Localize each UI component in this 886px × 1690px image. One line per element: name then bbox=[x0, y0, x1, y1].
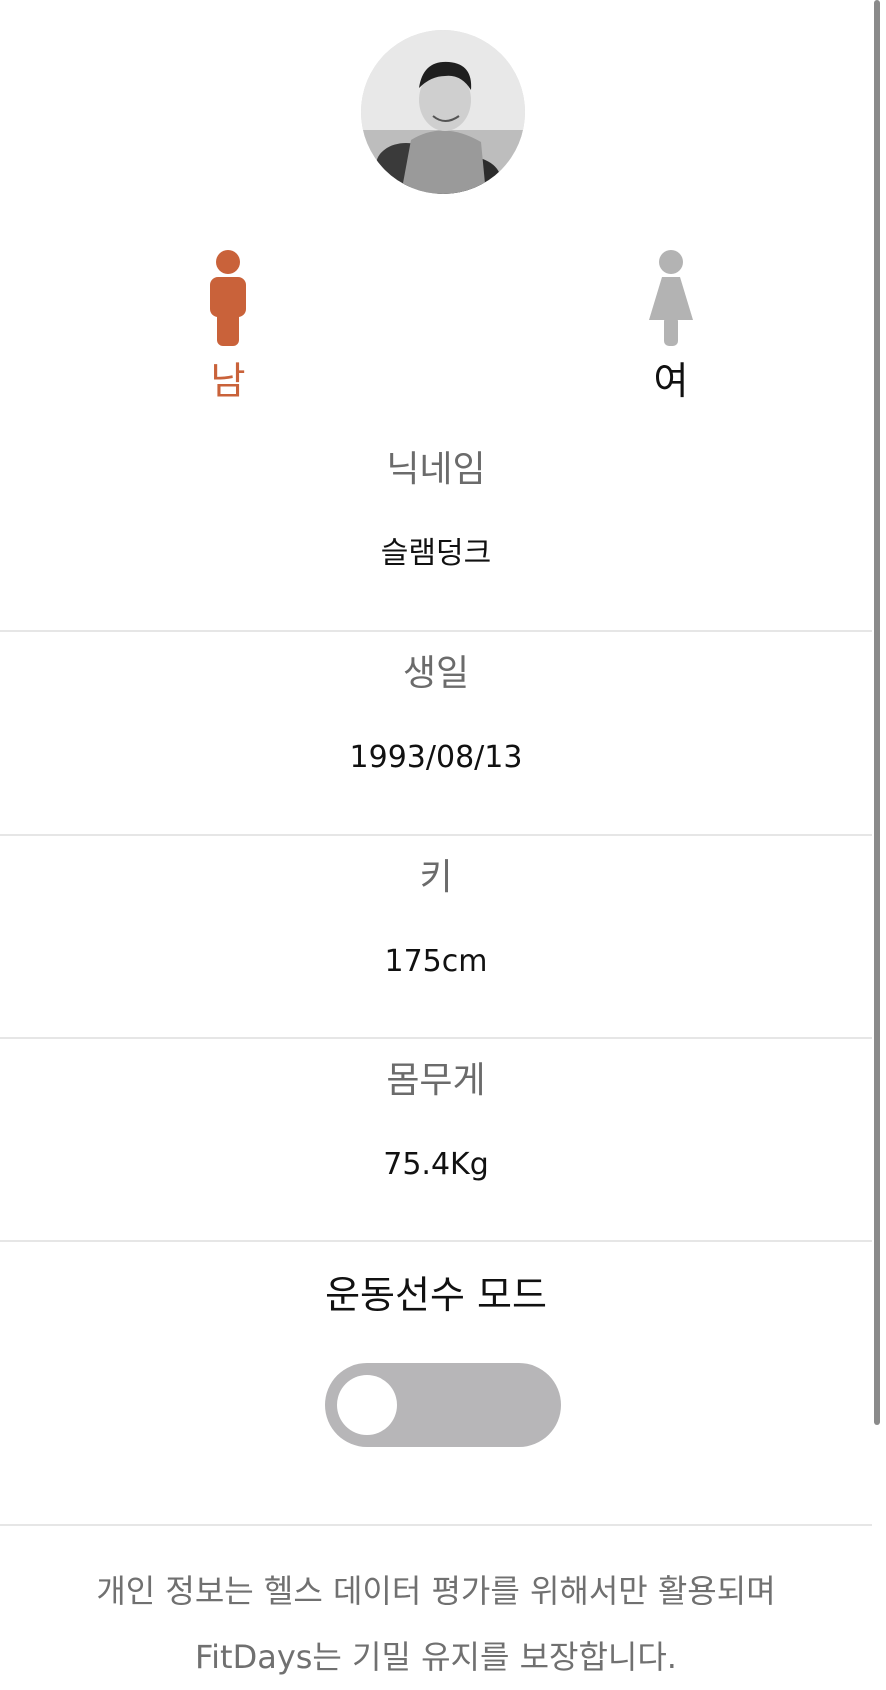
weight-title: 몸무게 bbox=[386, 1060, 486, 1101]
profile-edit-page: 남 여 닉네임 슬램덩크 생일 1993/08/13 키 175cm 몸무게 7… bbox=[0, 0, 872, 1676]
birthday-field[interactable]: 생일 1993/08/13 bbox=[0, 632, 872, 834]
nickname-value: 슬램덩크 bbox=[380, 536, 492, 571]
weight-field[interactable]: 몸무게 75.4Kg bbox=[0, 1039, 872, 1241]
avatar[interactable] bbox=[361, 30, 525, 194]
divider bbox=[0, 1240, 872, 1242]
privacy-notice: 개인 정보는 헬스 데이터 평가를 위해서만 활용되며 FitDays는 기밀 … bbox=[0, 1558, 872, 1690]
nickname-title: 닉네임 bbox=[386, 449, 486, 490]
height-title: 키 bbox=[419, 857, 453, 898]
avatar-photo bbox=[361, 30, 525, 194]
weight-value: 75.4Kg bbox=[383, 1147, 489, 1182]
divider bbox=[0, 1524, 872, 1526]
height-field[interactable]: 키 175cm bbox=[0, 836, 872, 1038]
gender-male-label: 남 bbox=[210, 359, 246, 403]
birthday-value: 1993/08/13 bbox=[349, 740, 523, 775]
gender-male-option[interactable]: 남 bbox=[168, 250, 288, 404]
birthday-title: 생일 bbox=[402, 653, 470, 694]
gender-female-option[interactable]: 여 bbox=[611, 250, 731, 404]
privacy-notice-line1: 개인 정보는 헬스 데이터 평가를 위해서만 활용되며 bbox=[96, 1572, 776, 1610]
toggle-knob bbox=[337, 1375, 397, 1435]
male-icon bbox=[168, 250, 288, 350]
scrollbar[interactable] bbox=[874, 0, 880, 1425]
female-icon bbox=[611, 250, 731, 350]
height-value: 175cm bbox=[384, 944, 488, 979]
athlete-mode-toggle[interactable] bbox=[325, 1363, 561, 1447]
gender-female-label: 여 bbox=[653, 359, 689, 403]
nickname-field[interactable]: 닉네임 슬램덩크 bbox=[0, 428, 872, 630]
athlete-mode-title: 운동선수 모드 bbox=[325, 1273, 547, 1317]
privacy-notice-line2: FitDays는 기밀 유지를 보장합니다. bbox=[195, 1638, 677, 1676]
